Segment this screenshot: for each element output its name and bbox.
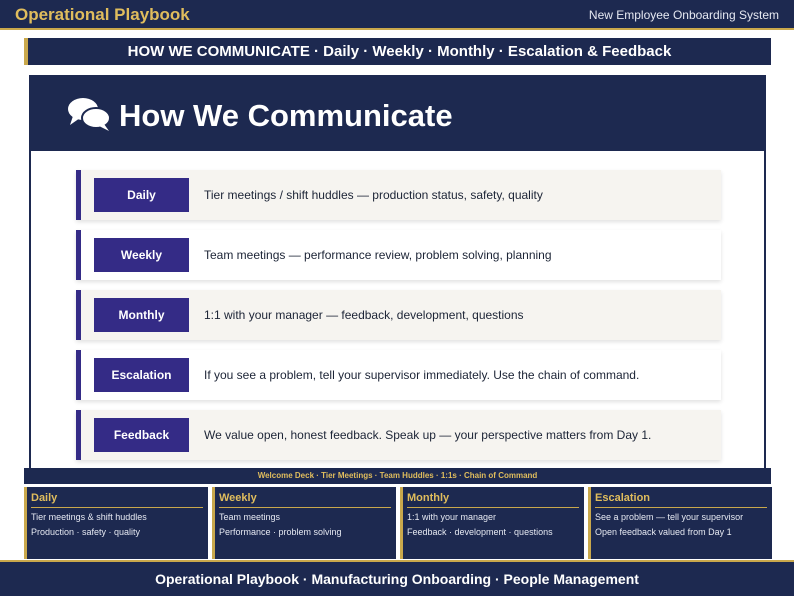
card-divider <box>595 507 767 508</box>
summary-card-monthly: Monthly 1:1 with your manager Feedback ·… <box>400 487 584 559</box>
card-title: Escalation <box>595 492 651 504</box>
card-title: Monthly <box>407 492 450 504</box>
card-line: Performance · problem solving <box>219 527 342 537</box>
cadence-description: If you see a problem, tell your supervis… <box>204 368 640 382</box>
list-item: Daily Tier meetings / shift huddles — pr… <box>76 170 721 220</box>
card-line: 1:1 with your manager <box>407 512 497 522</box>
card-line: Tier meetings & shift huddles <box>31 512 147 522</box>
cadence-description: 1:1 with your manager — feedback, develo… <box>204 308 524 322</box>
brand-title: Operational Playbook <box>15 5 190 24</box>
summary-card-weekly: Weekly Team meetings Performance · probl… <box>212 487 396 559</box>
card-line: Production · safety · quality <box>31 527 141 537</box>
card-title: Weekly <box>219 492 257 504</box>
list-item: Escalation If you see a problem, tell yo… <box>76 350 721 400</box>
page-title: How We Communicate <box>119 98 453 133</box>
card-line: Feedback · development · questions <box>407 527 553 537</box>
card-divider <box>31 507 203 508</box>
cadence-description: Team meetings — performance review, prob… <box>204 248 552 262</box>
cadence-badge: Weekly <box>94 238 189 272</box>
section-strip: HOW WE COMMUNICATE · Daily · Weekly · Mo… <box>24 38 771 65</box>
list-item: Monthly 1:1 with your manager — feedback… <box>76 290 721 340</box>
card-line: Open feedback valued from Day 1 <box>595 527 732 537</box>
footer-bar: Operational Playbook · Manufacturing Onb… <box>0 560 794 596</box>
cadence-description: We value open, honest feedback. Speak up… <box>204 428 652 442</box>
card-divider <box>219 507 391 508</box>
cadence-description: Tier meetings / shift huddles — producti… <box>204 188 543 202</box>
cadence-badge: Escalation <box>94 358 189 392</box>
card-divider <box>407 507 579 508</box>
list-item: Weekly Team meetings — performance revie… <box>76 230 721 280</box>
card-line: Team meetings <box>219 512 281 522</box>
hero-banner: How We Communicate <box>31 77 764 151</box>
card-line: See a problem — tell your supervisor <box>595 512 744 522</box>
cadence-badge: Feedback <box>94 418 189 452</box>
summary-card-escalation: Escalation See a problem — tell your sup… <box>588 487 772 559</box>
summary-cards: Daily Tier meetings & shift huddles Prod… <box>24 487 772 559</box>
summary-card-daily: Daily Tier meetings & shift huddles Prod… <box>24 487 208 559</box>
chat-bubbles-icon <box>68 98 111 131</box>
cadence-list: Daily Tier meetings / shift huddles — pr… <box>76 170 721 470</box>
system-name: New Employee Onboarding System <box>588 8 779 22</box>
slide-frame: How We Communicate Daily Tier meetings /… <box>29 75 766 470</box>
card-title: Daily <box>31 492 58 504</box>
list-item: Feedback We value open, honest feedback.… <box>76 410 721 460</box>
cadence-badge: Monthly <box>94 298 189 332</box>
top-bar: Operational Playbook New Employee Onboar… <box>0 0 794 30</box>
cadence-badge: Daily <box>94 178 189 212</box>
slide-navigation-bar: Welcome Deck · Tier Meetings · Team Hudd… <box>24 468 771 484</box>
